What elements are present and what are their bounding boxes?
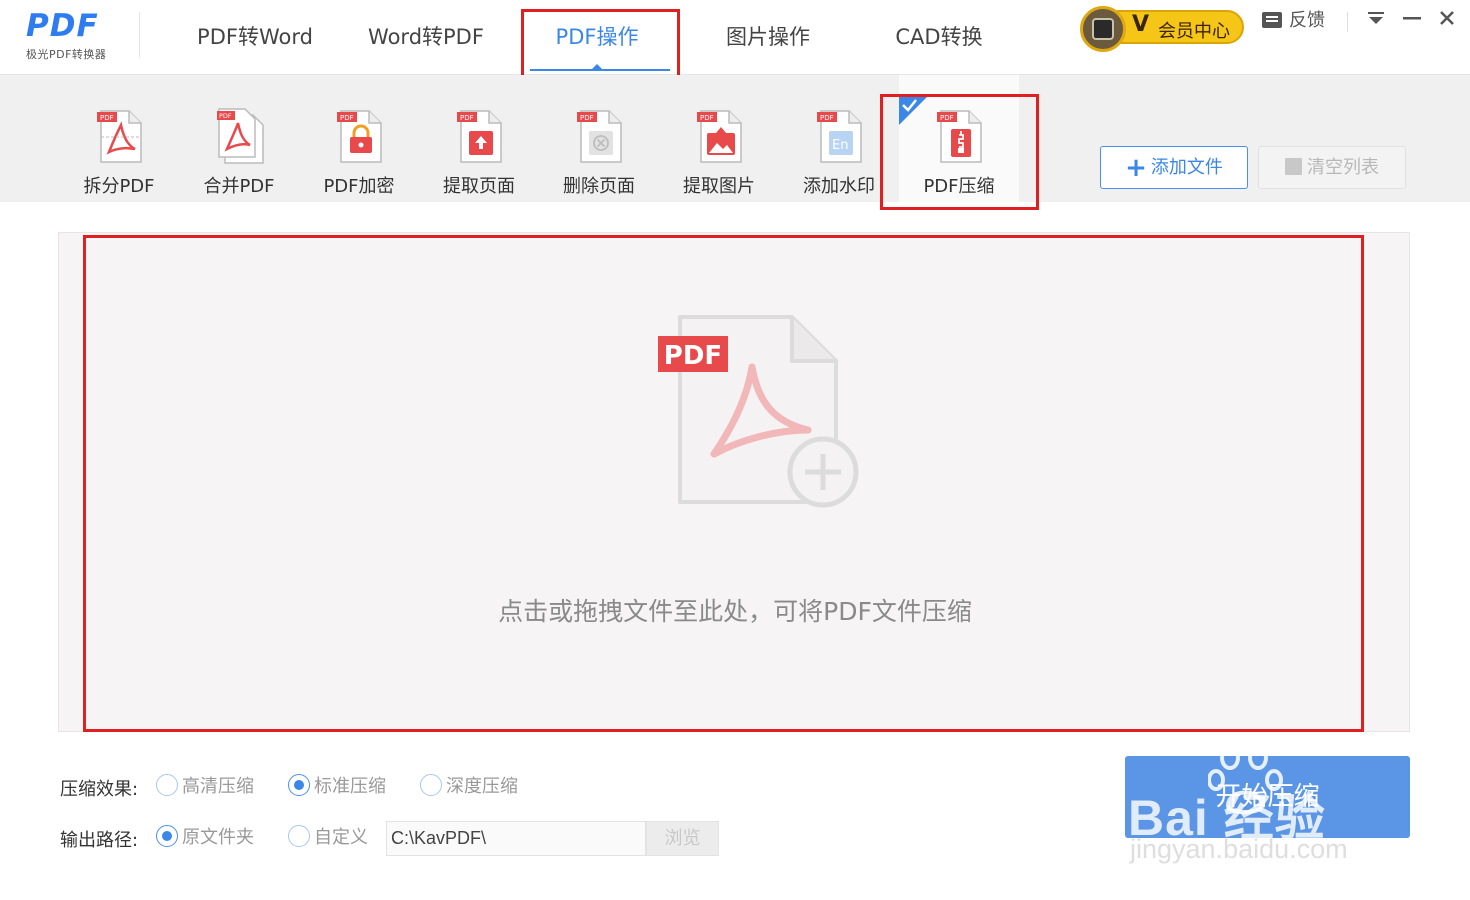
tool-label: 删除页面 bbox=[563, 176, 635, 197]
encrypt-pdf-icon: PDF bbox=[337, 110, 382, 163]
tool-add-watermark[interactable]: PDF En 添加水印 bbox=[779, 75, 899, 202]
radio-label: 自定义 bbox=[314, 827, 368, 848]
tool-delete-page[interactable]: PDF 删除页面 bbox=[539, 75, 659, 202]
svg-text:PDF: PDF bbox=[340, 114, 354, 122]
svg-text:PDF: PDF bbox=[100, 114, 114, 122]
tab-image-operations[interactable]: 图片操作 bbox=[698, 0, 838, 75]
svg-text:PDF: PDF bbox=[580, 114, 594, 122]
radio-label: 深度压缩 bbox=[446, 776, 518, 797]
feedback-icon bbox=[1262, 12, 1282, 28]
output-path-input[interactable] bbox=[386, 821, 646, 856]
radio-standard-compress[interactable]: 标准压缩 bbox=[288, 774, 386, 800]
tool-strip: PDF 拆分PDF PDF 合并PDF PDF PDF加密 PDF 提取页面 P… bbox=[0, 75, 1470, 202]
compress-effect-label: 压缩效果: bbox=[60, 779, 139, 800]
menu-dropdown-icon[interactable] bbox=[1361, 4, 1391, 36]
radio-dot bbox=[288, 774, 310, 796]
add-file-button[interactable]: + 添加文件 bbox=[1100, 146, 1248, 189]
tool-extract-page[interactable]: PDF 提取页面 bbox=[419, 75, 539, 202]
vip-center-button[interactable]: V 会员中心 bbox=[1080, 6, 1245, 52]
compress-pdf-icon: PDF bbox=[937, 110, 982, 163]
tool-label: 拆分PDF bbox=[83, 176, 155, 197]
radio-label: 高清压缩 bbox=[182, 776, 254, 797]
extract-page-icon: PDF bbox=[457, 110, 502, 163]
merge-pdf-icon: PDF bbox=[217, 108, 264, 164]
radio-hd-compress[interactable]: 高清压缩 bbox=[156, 774, 254, 800]
selected-check-icon bbox=[899, 95, 929, 125]
logo-mark: PDF bbox=[26, 8, 99, 44]
add-file-label: 添加文件 bbox=[1150, 157, 1223, 178]
start-compress-button[interactable]: 开始压缩 bbox=[1125, 756, 1410, 838]
tool-label: PDF压缩 bbox=[923, 176, 995, 197]
tool-label: 提取页面 bbox=[443, 176, 515, 197]
pdf-badge: PDF bbox=[664, 341, 722, 371]
add-pdf-icon: PDF bbox=[658, 315, 859, 508]
delete-page-icon: PDF bbox=[577, 110, 622, 163]
tool-label: 合并PDF bbox=[203, 176, 275, 197]
svg-text:PDF: PDF bbox=[219, 112, 232, 120]
vip-center-label: 会员中心 bbox=[1158, 21, 1230, 42]
tool-label: 提取图片 bbox=[683, 176, 755, 197]
trash-icon bbox=[1285, 158, 1302, 175]
tool-split-pdf[interactable]: PDF 拆分PDF bbox=[59, 75, 179, 202]
extract-image-icon: PDF bbox=[697, 110, 742, 163]
clear-list-button[interactable]: 清空列表 bbox=[1258, 146, 1406, 189]
tool-compress-pdf[interactable]: PDF PDF压缩 bbox=[899, 75, 1019, 202]
tab-word-to-pdf[interactable]: Word转PDF bbox=[356, 0, 496, 75]
svg-text:PDF: PDF bbox=[820, 114, 834, 122]
close-icon[interactable] bbox=[1432, 4, 1462, 36]
minimize-icon[interactable] bbox=[1397, 4, 1427, 36]
radio-label: 标准压缩 bbox=[314, 776, 386, 797]
radio-dot bbox=[420, 774, 442, 796]
radio-custom-path[interactable]: 自定义 bbox=[288, 825, 368, 851]
tool-encrypt-pdf[interactable]: PDF PDF加密 bbox=[299, 75, 419, 202]
svg-text:En: En bbox=[832, 138, 848, 153]
split-pdf-icon: PDF bbox=[97, 110, 142, 163]
watermark-url: jingyan.baidu.com bbox=[1130, 834, 1348, 864]
tab-cad-conversion[interactable]: CAD转换 bbox=[869, 0, 1009, 75]
tool-extract-image[interactable]: PDF 提取图片 bbox=[659, 75, 779, 202]
radio-dot bbox=[288, 825, 310, 847]
app-logo: PDF 极光PDF转换器 bbox=[26, 8, 116, 61]
browse-button[interactable]: 浏览 bbox=[646, 821, 719, 856]
tool-label: PDF加密 bbox=[323, 176, 395, 197]
active-tab-underline bbox=[530, 69, 670, 71]
radio-source-folder[interactable]: 原文件夹 bbox=[156, 825, 254, 851]
clear-list-label: 清空列表 bbox=[1307, 157, 1379, 178]
vip-badge-icon: V bbox=[1132, 12, 1150, 37]
user-avatar[interactable] bbox=[1080, 6, 1126, 52]
radio-label: 原文件夹 bbox=[182, 827, 254, 848]
add-watermark-icon: PDF En bbox=[817, 110, 862, 163]
active-tab-caret bbox=[592, 64, 602, 69]
svg-text:PDF: PDF bbox=[940, 114, 954, 122]
drop-hint: 点击或拖拽文件至此处，可将PDF文件压缩 bbox=[498, 597, 972, 626]
tool-merge-pdf[interactable]: PDF 合并PDF bbox=[179, 75, 299, 202]
window-controls-divider bbox=[1347, 12, 1348, 32]
title-bar: PDF 极光PDF转换器 PDF转Word Word转PDF PDF操作 图片操… bbox=[0, 0, 1470, 75]
logo-divider bbox=[139, 12, 140, 58]
tool-label: 添加水印 bbox=[803, 176, 875, 197]
svg-text:PDF: PDF bbox=[460, 114, 474, 122]
feedback-label: 反馈 bbox=[1289, 10, 1325, 31]
plus-icon: + bbox=[1125, 153, 1147, 183]
tab-pdf-to-word[interactable]: PDF转Word bbox=[185, 0, 325, 75]
radio-deep-compress[interactable]: 深度压缩 bbox=[420, 774, 518, 800]
logo-subtitle: 极光PDF转换器 bbox=[26, 48, 107, 61]
output-path-label: 输出路径: bbox=[60, 830, 139, 851]
svg-text:PDF: PDF bbox=[700, 114, 714, 122]
radio-dot bbox=[156, 825, 178, 847]
radio-dot bbox=[156, 774, 178, 796]
feedback-button[interactable]: 反馈 bbox=[1262, 8, 1325, 38]
